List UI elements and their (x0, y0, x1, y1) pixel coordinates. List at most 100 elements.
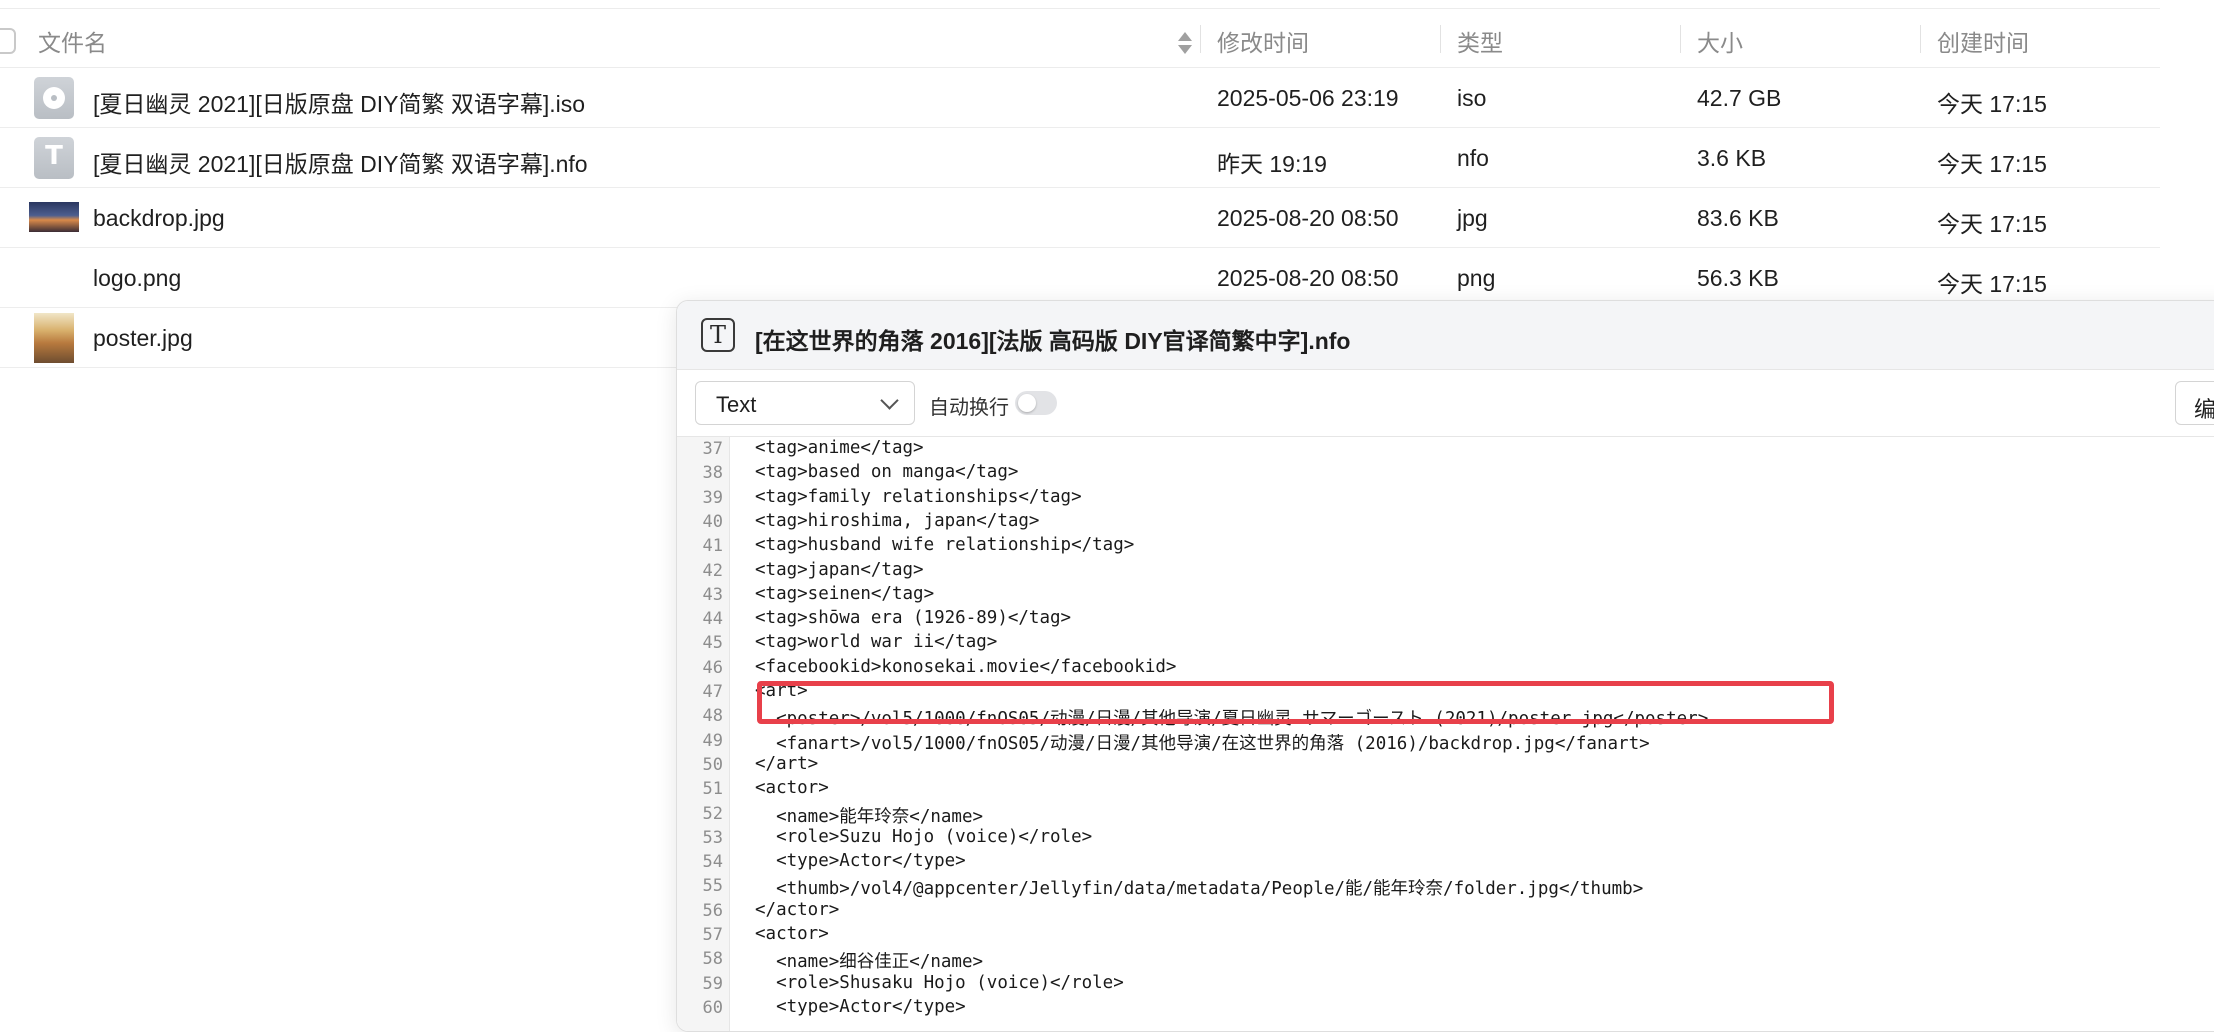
code-line: <tag>japan</tag> (755, 559, 924, 580)
file-created: 今天 17:15 (1937, 151, 2047, 177)
line-number: 45 (702, 633, 723, 654)
file-type: iso (1457, 85, 1487, 111)
code-line: <actor> (755, 924, 829, 944)
line-number: 58 (702, 949, 723, 970)
line-number: 39 (702, 487, 723, 508)
table-row[interactable]: T [夏日幽灵 2021][日版原盘 DIY简繁 双语字幕].nfo 昨天 19… (0, 128, 2160, 188)
file-list-header: 文件名 修改时间 类型 大小 创建时间 (0, 9, 2160, 68)
code-line: <tag>seinen</tag> (755, 583, 935, 604)
sort-icon[interactable] (1178, 32, 1192, 58)
file-modified: 2025-05-06 23:19 (1217, 85, 1399, 111)
line-number: 49 (702, 730, 723, 751)
code-line: <type>Actor</type> (755, 851, 966, 872)
code-line: <facebookid>konosekai.movie</facebookid> (755, 656, 1177, 677)
dialog-title: [在这世界的角落 2016][法版 高码版 DIY官译简繁中字].nfo (755, 328, 1351, 354)
file-size: 83.6 KB (1697, 205, 1779, 231)
table-row[interactable]: logo.png 2025-08-20 08:50 png 56.3 KB 今天… (0, 248, 2160, 308)
image-thumbnail (34, 313, 74, 363)
file-type: nfo (1457, 145, 1489, 171)
file-name: poster.jpg (93, 325, 193, 351)
line-number: 51 (702, 779, 723, 800)
column-header-created[interactable]: 创建时间 (1937, 24, 2029, 58)
editor-toolbar: Text 自动换行 编 (677, 370, 2214, 437)
code-line: <name>细谷佳正</name> (755, 952, 984, 973)
column-divider[interactable] (1920, 25, 1921, 53)
dialog-header: T [在这世界的角落 2016][法版 高码版 DIY官译简繁中字].nfo (677, 301, 2214, 370)
file-created: 今天 17:15 (1937, 211, 2047, 237)
file-modified: 昨天 19:19 (1217, 151, 1327, 177)
text-file-icon: T (34, 137, 74, 179)
code-line: <tag>based on manga</tag> (755, 462, 1019, 483)
line-number: 38 (702, 463, 723, 484)
code-line: </art> (755, 753, 819, 774)
file-modified: 2025-08-20 08:50 (1217, 265, 1399, 291)
line-number: 37 (702, 439, 723, 459)
file-type: png (1457, 265, 1496, 291)
code-line: <tag>anime</tag> (755, 438, 924, 458)
file-type: jpg (1457, 205, 1488, 231)
file-created: 今天 17:15 (1937, 271, 2047, 297)
column-divider[interactable] (1200, 25, 1201, 53)
code-line: <role>Suzu Hojo (voice)</role> (755, 826, 1093, 847)
file-size: 3.6 KB (1697, 145, 1767, 171)
line-number: 56 (702, 900, 723, 921)
file-name: backdrop.jpg (93, 205, 225, 231)
file-name: [夏日幽灵 2021][日版原盘 DIY简繁 双语字幕].nfo (93, 151, 588, 177)
line-number: 52 (702, 803, 723, 824)
column-divider[interactable] (1440, 25, 1441, 53)
syntax-mode-select[interactable]: Text (695, 381, 915, 425)
code-line: <tag>shōwa era (1926-89)</tag> (755, 608, 1072, 629)
word-wrap-toggle[interactable] (1015, 391, 1057, 415)
table-row[interactable]: [夏日幽灵 2021][日版原盘 DIY简繁 双语字幕].iso 2025-05… (0, 68, 2160, 128)
table-row[interactable]: backdrop.jpg 2025-08-20 08:50 jpg 83.6 K… (0, 188, 2160, 248)
file-size: 56.3 KB (1697, 265, 1779, 291)
code-line: <actor> (755, 778, 829, 799)
column-divider[interactable] (1680, 25, 1681, 53)
file-created: 今天 17:15 (1937, 91, 2047, 117)
column-header-modified[interactable]: 修改时间 (1217, 24, 1309, 58)
edit-button[interactable]: 编 (2175, 381, 2214, 425)
line-number: 43 (702, 584, 723, 605)
line-number: 46 (702, 657, 723, 678)
line-number: 53 (702, 827, 723, 848)
word-wrap-label: 自动换行 (929, 397, 1009, 419)
code-line: <role>Shusaku Hojo (voice)</role> (755, 972, 1124, 993)
line-number: 54 (702, 852, 723, 873)
code-line: <tag>family relationships</tag> (755, 486, 1082, 507)
line-number: 48 (702, 706, 723, 727)
file-size: 42.7 GB (1697, 85, 1782, 111)
line-number: 40 (702, 511, 723, 532)
column-header-size[interactable]: 大小 (1697, 24, 1743, 58)
line-number: 42 (702, 560, 723, 581)
image-thumbnail (29, 202, 79, 232)
column-header-type[interactable]: 类型 (1457, 24, 1503, 58)
select-all-checkbox[interactable] (0, 28, 16, 54)
syntax-mode-value: Text (716, 392, 757, 417)
line-number: 60 (702, 997, 723, 1018)
disc-image-icon (34, 77, 74, 119)
line-number: 59 (702, 973, 723, 994)
line-number: 50 (702, 754, 723, 775)
code-line: <fanart>/vol5/1000/fnOS05/动漫/日漫/其他导演/在这世… (755, 733, 1650, 754)
line-number: 47 (702, 682, 723, 702)
file-name: logo.png (93, 265, 182, 291)
code-line: <tag>hiroshima, japan</tag> (755, 510, 1040, 531)
file-modified: 2025-08-20 08:50 (1217, 205, 1399, 231)
line-number: 55 (702, 876, 723, 897)
code-line: <name>能年玲奈</name> (755, 806, 984, 827)
code-editor[interactable]: 37 <tag>anime</tag> 38 <tag>based on manga<… (677, 437, 2214, 1031)
line-number: 44 (702, 609, 723, 630)
code-line: <tag>world war ii</tag> (755, 632, 998, 653)
file-preview-dialog: T [在这世界的角落 2016][法版 高码版 DIY官译简繁中字].nfo T… (676, 300, 2214, 1032)
text-file-icon: T (701, 318, 735, 352)
code-line: </actor> (755, 899, 840, 920)
code-line: <tag>husband wife relationship</tag> (755, 535, 1135, 556)
edit-button-label: 编 (2194, 397, 2214, 422)
highlight-box (757, 681, 1834, 724)
code-line: <type>Actor</type> (755, 996, 966, 1017)
column-header-name[interactable]: 文件名 (38, 24, 107, 58)
code-line: <thumb>/vol4/@appcenter/Jellyfin/data/me… (755, 879, 1644, 900)
line-number: 57 (702, 925, 723, 945)
line-number: 41 (702, 536, 723, 557)
chevron-down-icon (880, 391, 899, 410)
